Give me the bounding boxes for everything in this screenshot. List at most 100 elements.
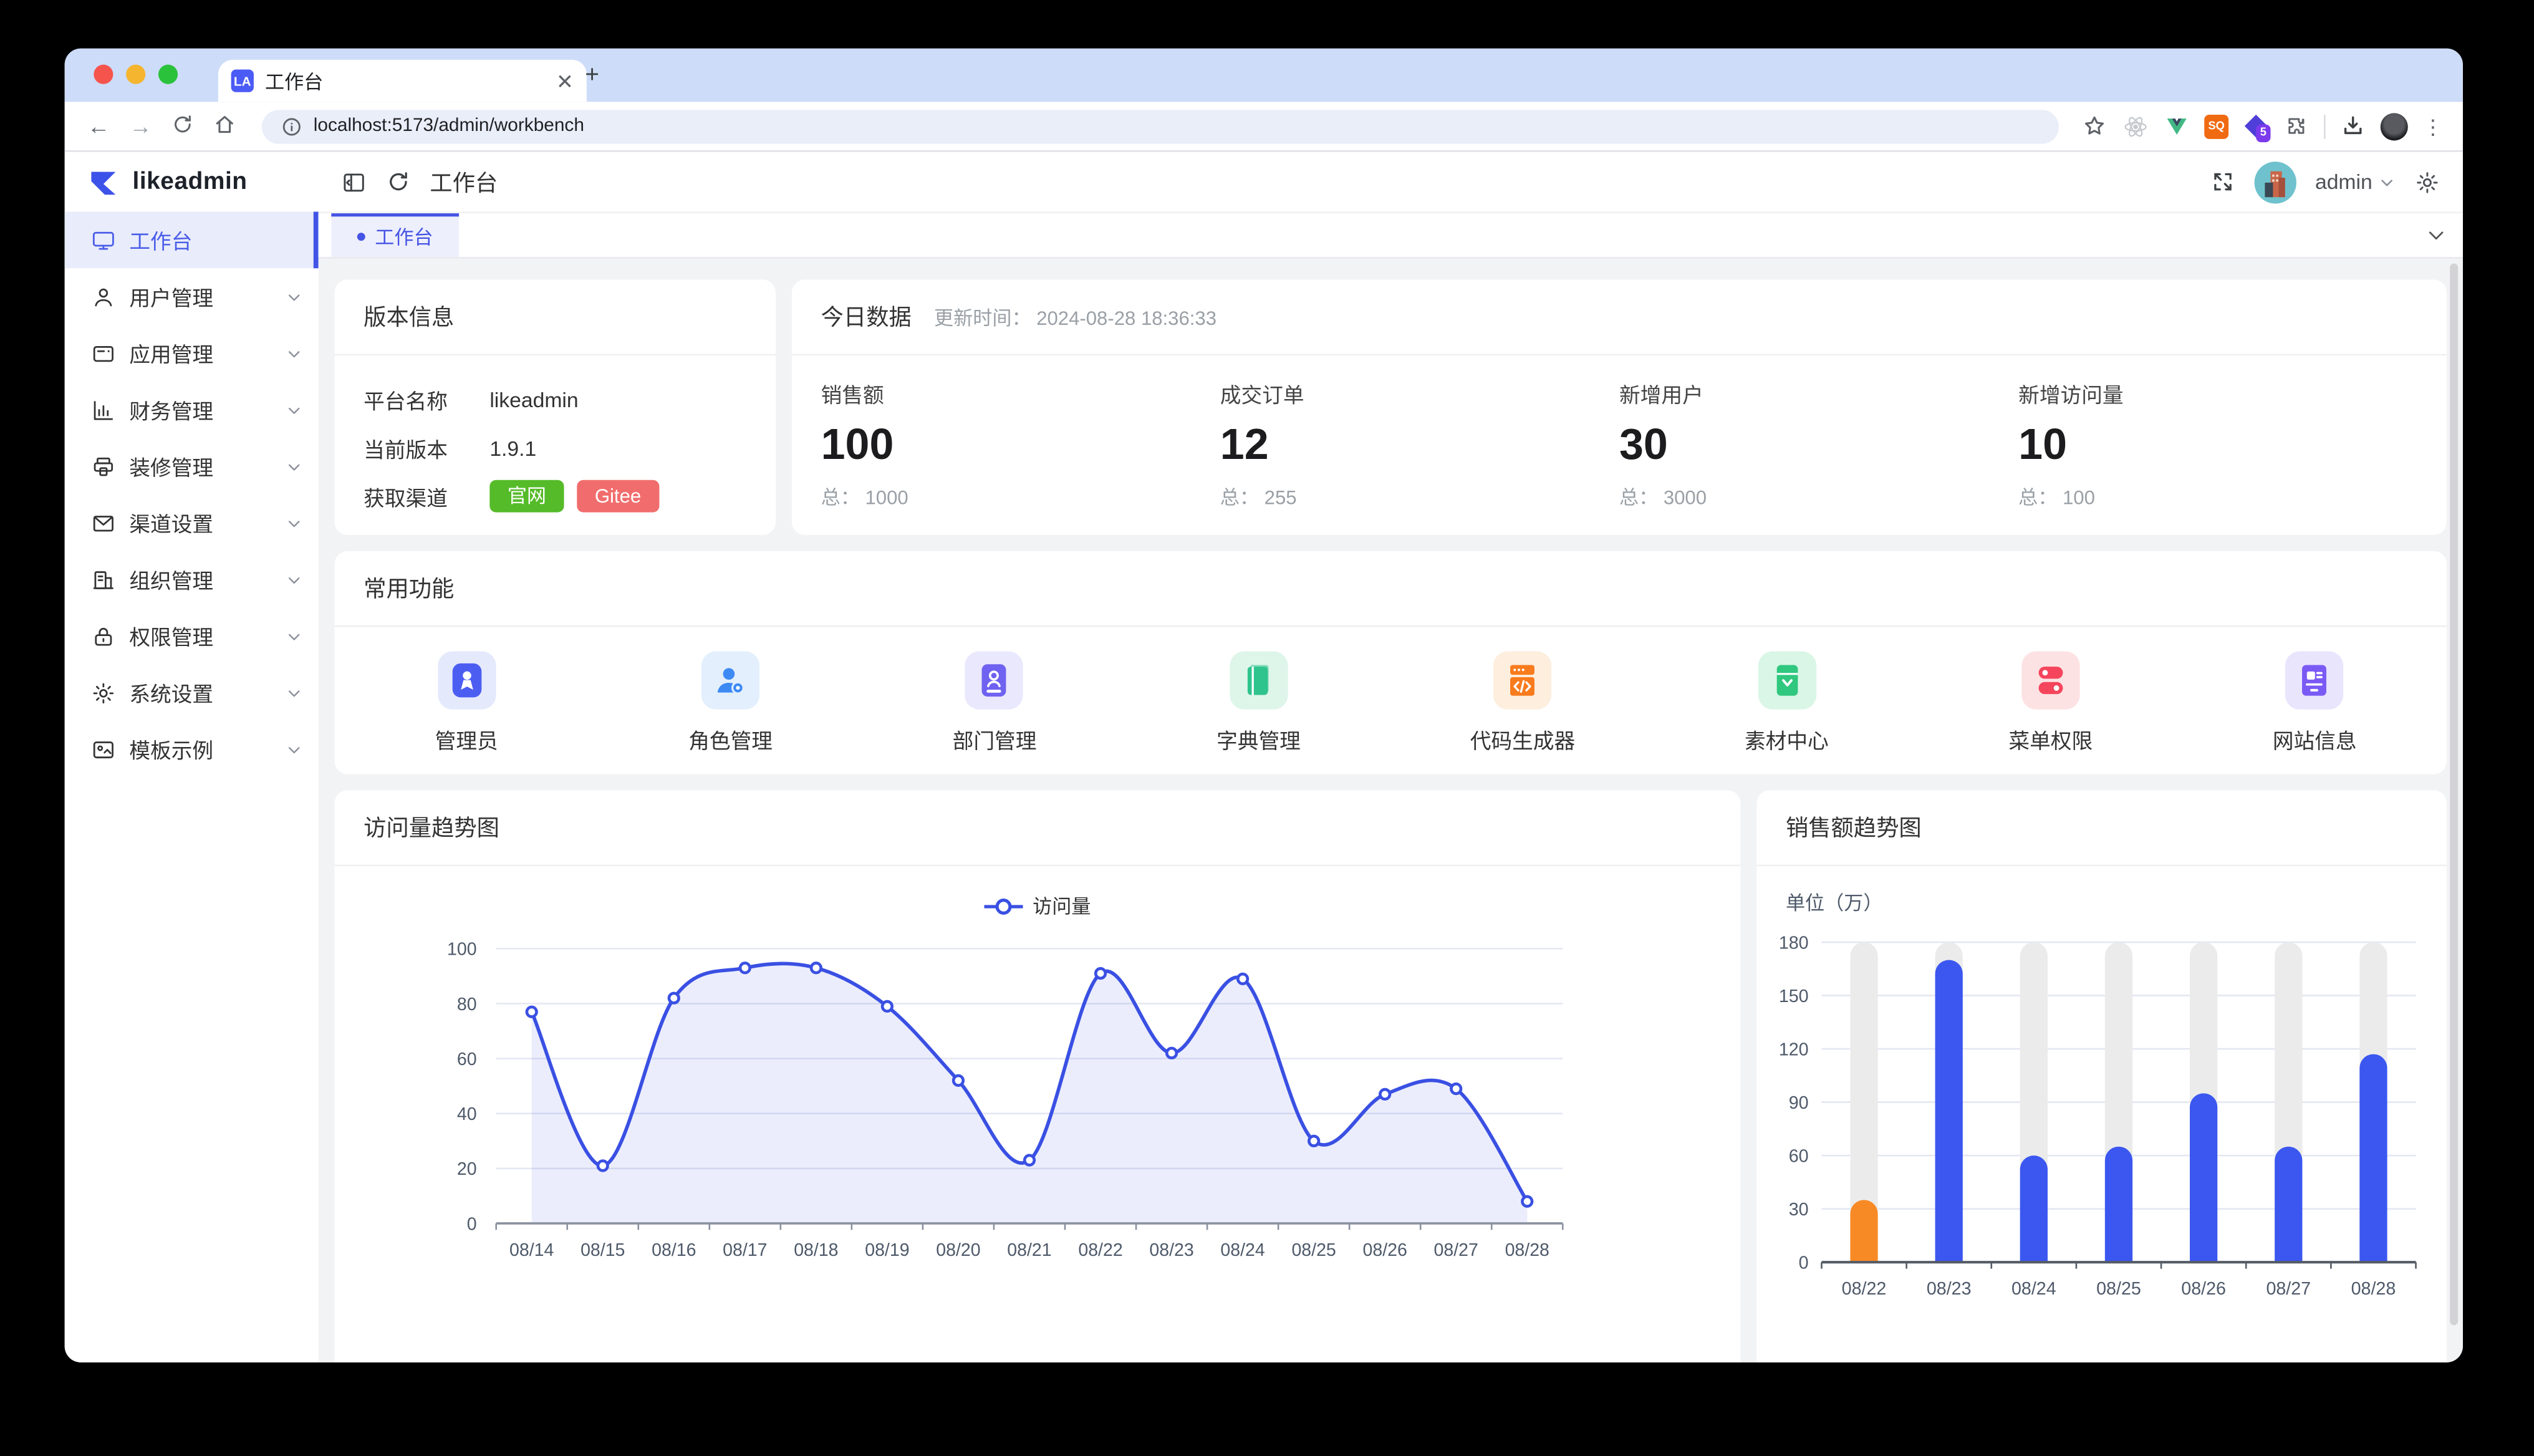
minimize-window-button[interactable] bbox=[126, 65, 145, 84]
chevron-down-icon bbox=[286, 741, 302, 757]
stat-total: 总： 1000 bbox=[821, 483, 1220, 511]
channel-badge-官网[interactable]: 官网 bbox=[489, 480, 564, 513]
function-label: 部门管理 bbox=[953, 724, 1037, 755]
url-bar[interactable]: localhost:5173/admin/workbench bbox=[262, 109, 2059, 143]
template-icon bbox=[90, 736, 116, 762]
function-item-material[interactable]: 素材中心 bbox=[1655, 651, 1919, 755]
function-item-website[interactable]: 网站信息 bbox=[2183, 651, 2447, 755]
sales-bar-chart: 030609012015018008/2208/2308/2408/2508/2… bbox=[1756, 920, 2447, 1324]
function-label: 字典管理 bbox=[1216, 724, 1301, 755]
refresh-page-icon[interactable] bbox=[386, 170, 410, 194]
svg-text:08/14: 08/14 bbox=[509, 1240, 554, 1260]
function-item-codegen[interactable]: 代码生成器 bbox=[1390, 651, 1654, 755]
stat-销售额: 销售额100总： 1000 bbox=[821, 378, 1220, 511]
tab-title: 工作台 bbox=[265, 67, 545, 95]
version-channel-row: 获取渠道官网Gitee bbox=[364, 472, 746, 521]
forward-icon[interactable]: → bbox=[126, 113, 155, 138]
sq-extension-icon[interactable]: SQ bbox=[2204, 114, 2228, 138]
version-row-value: likeadmin bbox=[489, 387, 578, 412]
browser-profile-avatar[interactable] bbox=[2381, 112, 2408, 140]
line-legend[interactable]: 访问量 bbox=[335, 866, 1741, 920]
url-text: localhost:5173/admin/workbench bbox=[314, 117, 584, 136]
user-avatar[interactable] bbox=[2253, 161, 2295, 203]
vue-devtools-icon[interactable] bbox=[2164, 113, 2189, 138]
version-card-title: 版本信息 bbox=[364, 301, 454, 333]
home-icon[interactable] bbox=[210, 112, 239, 140]
sidebar-item-channel[interactable]: 渠道设置 bbox=[65, 494, 319, 551]
tab-favicon: LA bbox=[231, 69, 254, 92]
sidebar-item-perm[interactable]: 权限管理 bbox=[65, 608, 319, 665]
back-icon[interactable]: ← bbox=[84, 113, 113, 138]
app-logo-text: likeadmin bbox=[133, 168, 248, 196]
collapse-sidebar-icon[interactable] bbox=[341, 169, 367, 195]
svg-text:08/22: 08/22 bbox=[1078, 1240, 1122, 1260]
stat-新增用户: 新增用户30总： 3000 bbox=[1619, 378, 2018, 511]
tabs-overflow-chevron-icon[interactable] bbox=[2426, 224, 2447, 246]
browser-tab[interactable]: LA 工作台 ✕ bbox=[218, 60, 587, 102]
extension-badge: 5 bbox=[2256, 125, 2270, 143]
version-info-card: 版本信息 平台名称likeadmin当前版本1.9.1获取渠道官网Gitee bbox=[335, 279, 776, 535]
sidebar-item-label: 财务管理 bbox=[129, 394, 273, 425]
sidebar-item-app[interactable]: 应用管理 bbox=[65, 325, 319, 382]
stat-新增访问量: 新增访问量10总： 100 bbox=[2018, 378, 2417, 511]
today-stats: 销售额100总： 1000成交订单 12 总： 255新增用户30总： 3000新增… bbox=[792, 355, 2447, 511]
sidebar-item-user[interactable]: 用户管理 bbox=[65, 268, 319, 325]
svg-text:0: 0 bbox=[1799, 1253, 1809, 1273]
stat-value: 12 bbox=[1220, 420, 1619, 470]
sidebar-item-decorate[interactable]: 装修管理 bbox=[65, 438, 319, 494]
sidebar-item-workbench[interactable]: 工作台 bbox=[65, 212, 319, 269]
browser-menu-kebab-icon[interactable]: ⋮ bbox=[2422, 115, 2444, 137]
svg-text:90: 90 bbox=[1789, 1093, 1809, 1113]
stat-total: 总： 255 bbox=[1220, 483, 1619, 511]
version-row-value: 1.9.1 bbox=[489, 435, 536, 460]
bookmark-star-icon[interactable] bbox=[2081, 113, 2107, 138]
function-label: 素材中心 bbox=[1745, 724, 1829, 755]
svg-text:08/24: 08/24 bbox=[1220, 1240, 1265, 1260]
route-tab-workbench[interactable]: 工作台 bbox=[331, 213, 459, 257]
info-icon bbox=[281, 115, 302, 137]
reload-icon[interactable] bbox=[168, 112, 198, 140]
stat-label: 成交订单 bbox=[1220, 378, 1619, 408]
downloads-icon[interactable] bbox=[2340, 113, 2366, 138]
decorate-icon bbox=[90, 453, 116, 479]
sidebar-item-label: 系统设置 bbox=[129, 677, 273, 708]
svg-text:60: 60 bbox=[1789, 1147, 1809, 1167]
workbench-content[interactable]: 版本信息 平台名称likeadmin当前版本1.9.1获取渠道官网Gitee 今… bbox=[319, 257, 2463, 1362]
main-panel: 工作台 admin 工作台 bbox=[319, 152, 2463, 1362]
today-data-card: 今日数据 更新时间： 2024-08-28 18:36:33 销售额100总： … bbox=[792, 279, 2447, 535]
function-item-admin[interactable]: 管理员 bbox=[335, 651, 599, 755]
function-item-dept[interactable]: 部门管理 bbox=[862, 651, 1126, 755]
function-item-menu_perm[interactable]: 菜单权限 bbox=[1919, 651, 2182, 755]
stat-total: 总： 100 bbox=[2018, 483, 2417, 511]
stat-label: 销售额 bbox=[821, 378, 1220, 408]
zoom-window-button[interactable] bbox=[158, 65, 178, 84]
app-icon bbox=[90, 340, 116, 366]
version-row-label: 当前版本 bbox=[364, 432, 489, 463]
svg-text:08/26: 08/26 bbox=[2181, 1279, 2226, 1299]
new-tab-button[interactable]: + bbox=[585, 61, 599, 89]
sidebar-item-settings[interactable]: 系统设置 bbox=[65, 664, 319, 721]
svg-text:0: 0 bbox=[467, 1214, 477, 1234]
tab-close-icon[interactable]: ✕ bbox=[556, 70, 574, 92]
settings-gear-icon[interactable] bbox=[2414, 169, 2440, 195]
badge-extension-icon[interactable]: 5 bbox=[2243, 113, 2268, 138]
channel-badge-Gitee[interactable]: Gitee bbox=[577, 480, 658, 513]
function-label: 菜单权限 bbox=[2008, 724, 2093, 755]
react-devtools-icon[interactable] bbox=[2122, 112, 2149, 140]
function-item-dict[interactable]: 字典管理 bbox=[1127, 651, 1390, 755]
extensions-puzzle-icon[interactable] bbox=[2283, 113, 2309, 138]
function-item-role[interactable]: 角色管理 bbox=[599, 651, 862, 755]
svg-text:08/16: 08/16 bbox=[652, 1240, 696, 1260]
svg-text:08/18: 08/18 bbox=[794, 1240, 838, 1260]
sidebar-item-template[interactable]: 模板示例 bbox=[65, 721, 319, 778]
sidebar-item-finance[interactable]: 财务管理 bbox=[65, 382, 319, 438]
app-logo[interactable]: likeadmin bbox=[65, 152, 319, 212]
fullscreen-icon[interactable] bbox=[2210, 170, 2234, 194]
sidebar-item-label: 装修管理 bbox=[129, 451, 273, 481]
version-row: 平台名称likeadmin bbox=[364, 375, 746, 423]
close-window-button[interactable] bbox=[94, 65, 113, 84]
function-label: 网站信息 bbox=[2273, 724, 2357, 755]
content-scrollbar-thumb[interactable] bbox=[2450, 263, 2458, 1324]
username-dropdown[interactable]: admin bbox=[2315, 170, 2395, 194]
sidebar-item-org[interactable]: 组织管理 bbox=[65, 551, 319, 608]
